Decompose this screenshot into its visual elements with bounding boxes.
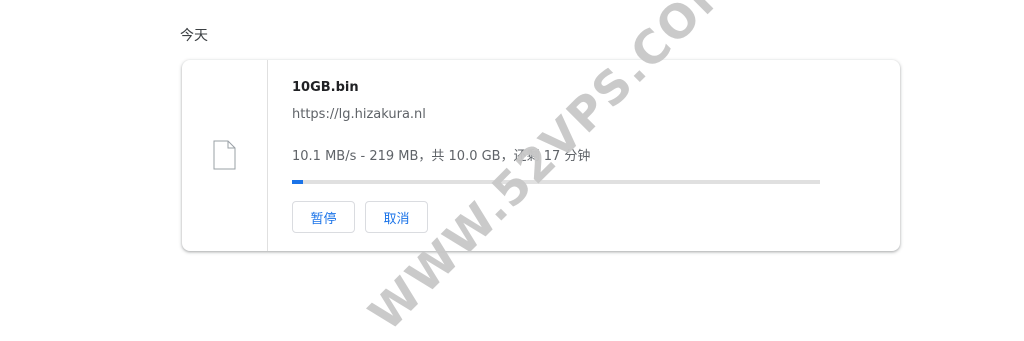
download-item-card: 10GB.bin https://lg.hizakura.nl 10.1 MB/… bbox=[182, 60, 900, 251]
source-url-link[interactable]: https://lg.hizakura.nl bbox=[292, 107, 426, 122]
download-progress-fill bbox=[292, 180, 304, 184]
file-icon bbox=[213, 140, 236, 170]
download-details: 10GB.bin https://lg.hizakura.nl 10.1 MB/… bbox=[292, 60, 900, 251]
date-section-header: 今天 bbox=[180, 28, 208, 44]
download-status-text: 10.1 MB/s - 219 MB，共 10.0 GB，还剩 17 分钟 bbox=[292, 149, 591, 164]
cancel-button[interactable]: 取消 bbox=[365, 201, 428, 233]
download-progress-bar bbox=[292, 180, 820, 184]
file-icon-column bbox=[182, 60, 268, 251]
pause-button[interactable]: 暂停 bbox=[292, 201, 355, 233]
file-name-link[interactable]: 10GB.bin bbox=[292, 80, 359, 95]
